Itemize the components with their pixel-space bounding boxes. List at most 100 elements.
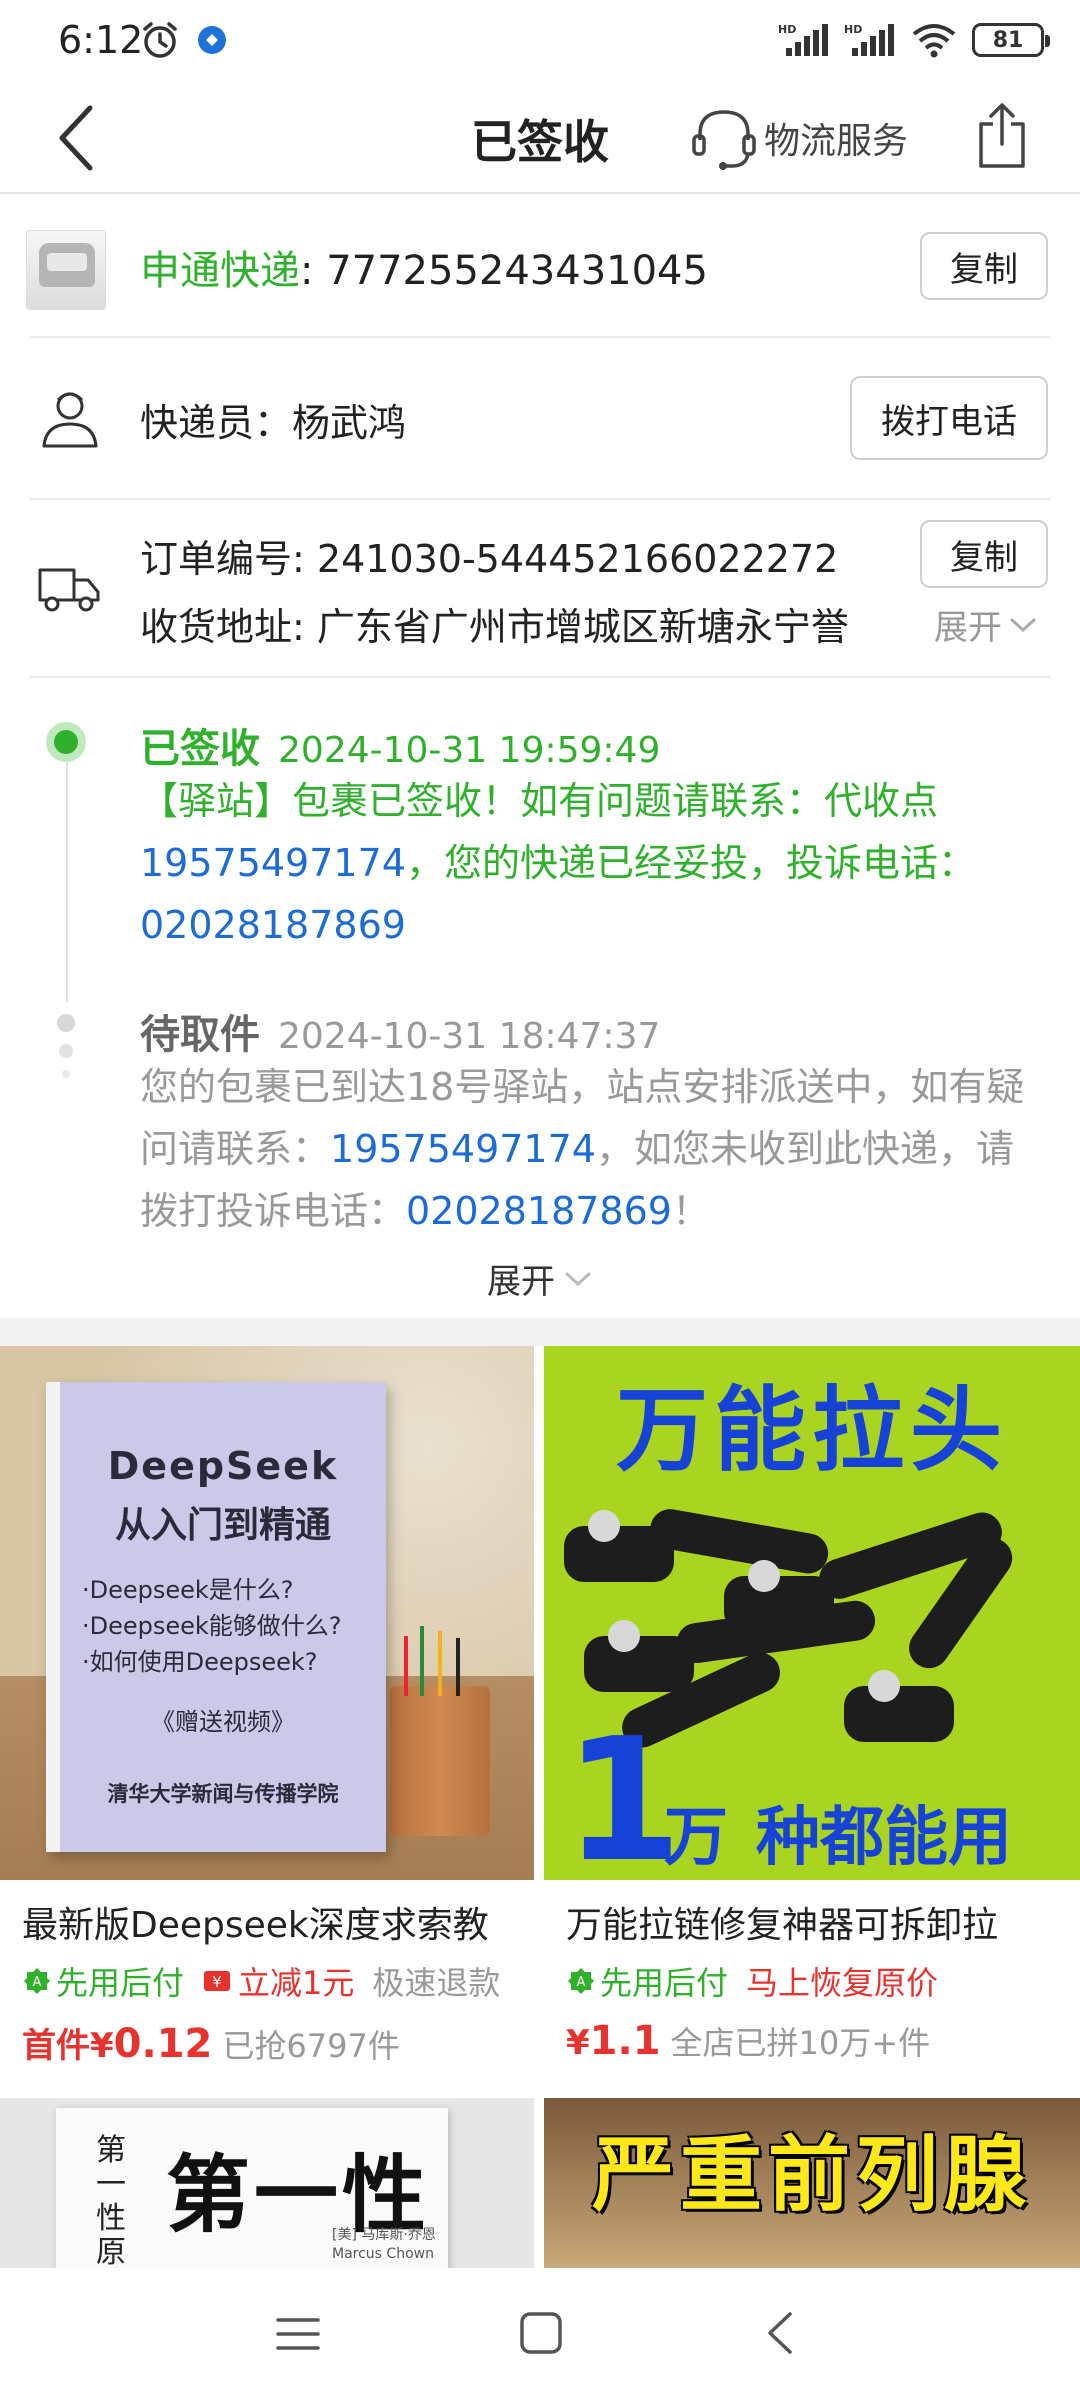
status-right: HD HD 81 [778, 20, 1050, 60]
restore-price-tag: 马上恢复原价 [746, 1964, 939, 2002]
copy-order-button[interactable]: 复制 [920, 520, 1048, 588]
book-subtitle: 从入门到精通 [114, 1505, 331, 1546]
menu-icon[interactable] [272, 2308, 324, 2360]
timeline-dot-faded [59, 1044, 73, 1058]
alarm-clock-icon [143, 22, 177, 58]
svg-text:¥: ¥ [212, 1973, 222, 1991]
price-value: 1.1 [589, 2018, 661, 2064]
image-footer: 种都能用 [756, 1801, 1012, 1875]
signal-hd-icon-2: HD [844, 23, 894, 56]
timeline-event-body: 您的包裹已到达18号驿站，站点安排派送中，如有疑问请联系：19575497174… [140, 1056, 1050, 1242]
share-icon[interactable] [975, 100, 1029, 172]
timeline-line [66, 742, 68, 1002]
product-image: 严重前列腺 [544, 2098, 1080, 2268]
copy-tracking-button[interactable]: 复制 [920, 232, 1048, 300]
product-image: 第一性原理 第一性原理 [美] 马库斯·乔恩 Marcus Chown [0, 2098, 534, 2268]
pay-later-icon: A [568, 1968, 594, 1994]
book-brand: DeepSeek [107, 1444, 339, 1488]
svg-text:A: A [577, 1975, 586, 1990]
event-phone-link[interactable]: 02028187869 [406, 1189, 672, 1233]
battery-level: 81 [992, 27, 1024, 53]
product-card[interactable]: 严重前列腺 [544, 2098, 1080, 2268]
event-text: 【驿站】包裹已签收！如有问题请联系：代收点 [140, 779, 939, 823]
book-bonus: 《赠送视频》 [151, 1708, 295, 1736]
svg-text:HD: HD [778, 23, 796, 36]
discount-tag: ¥ 立减1元 [202, 1958, 354, 2004]
pay-later-label: 先用后付 [56, 1964, 185, 2002]
divider [30, 498, 1050, 500]
book-point: ·如何使用Deepseek? [82, 1648, 318, 1676]
timeline-event-status: 待取件 2024-10-31 18:47:37 [140, 1002, 660, 1060]
address-expand-button[interactable]: 展开 [934, 600, 1038, 649]
product-price: ¥1.1 [566, 2018, 661, 2064]
signal-hd-icon: HD [778, 23, 828, 56]
order-number-label: 订单编号: [140, 537, 317, 581]
product-price-line: ¥1.1 全店已拼10万+件 [566, 2018, 930, 2064]
fast-refund-tag: 极速退款 [372, 1964, 501, 2002]
product-tags: A 先用后付 马上恢复原价 [566, 1958, 938, 2004]
timeline-event-body: 【驿站】包裹已签收！如有问题请联系：代收点 19575497174，您的快递已经妥… [140, 770, 1050, 956]
app-notification-icon [198, 26, 226, 54]
divider [30, 336, 1050, 338]
courier-person-icon [42, 392, 98, 448]
product-card[interactable]: DeepSeek 从入门到精通 ·Deepseek是什么? ·Deepseek能… [0, 1346, 534, 2086]
book-cover: 第一性原理 第一性原理 [美] 马库斯·乔恩 Marcus Chown [56, 2108, 448, 2268]
event-phone-link[interactable]: 02028187869 [140, 903, 406, 947]
book-point: ·Deepseek是什么? [82, 1576, 294, 1604]
event-time: 2024-10-31 19:59:49 [278, 730, 661, 771]
book-author-en: Marcus Chown [332, 2246, 434, 2262]
carrier-separator: : [300, 248, 327, 294]
courier-info: 快递员：杨武鸿 [140, 392, 406, 447]
timeline-dot-active [46, 722, 86, 762]
event-phone-link[interactable]: 19575497174 [140, 841, 406, 885]
image-headline: 严重前列腺 [591, 2128, 1032, 2223]
pay-later-tag: A 先用后付 [566, 1958, 728, 2004]
product-card[interactable]: 万能拉头 1 万 种都能用 万能拉链修复神器可拆卸拉 A 先用后付 马上恢复原价… [544, 1346, 1080, 2086]
status-time: 6:12 [58, 18, 144, 62]
product-thumbnail[interactable] [26, 230, 106, 310]
pay-later-icon: A [24, 1968, 50, 1994]
pencil [456, 1638, 460, 1696]
book-point: ·Deepseek能够做什么? [82, 1612, 342, 1640]
timeline-dot-faded [62, 1070, 70, 1078]
address-text: 广东省广州市增城区新塘永宁誉 [316, 605, 849, 649]
timeline-expand-button[interactable]: 展开 [0, 1254, 1080, 1303]
timeline-event-status: 已签收 2024-10-31 19:59:49 [140, 716, 660, 774]
book-cover: DeepSeek 从入门到精通 ·Deepseek是什么? ·Deepseek能… [46, 1382, 386, 1852]
battery-icon: 81 [972, 23, 1050, 57]
chevron-down-icon [1010, 618, 1036, 632]
logistics-service-label: 物流服务 [764, 121, 909, 162]
timeline-expand-label: 展开 [487, 1262, 555, 1302]
event-status-label: 待取件 [140, 1012, 260, 1058]
pencil [404, 1636, 408, 1696]
order-number: 241030-544452166022272 [316, 537, 839, 581]
product-image: 万能拉头 1 万 种都能用 [544, 1346, 1080, 1880]
price-prefix: ¥ [566, 2023, 590, 2063]
back-arrow-icon[interactable] [50, 100, 104, 176]
pencil [438, 1631, 442, 1696]
sold-count: 全店已拼10万+件 [670, 2024, 931, 2062]
pay-later-tag: A 先用后付 [22, 1958, 184, 2004]
image-headline: 万能拉头 [615, 1377, 1008, 1484]
event-status-label: 已签收 [140, 726, 260, 772]
carrier-name: 申通快递 [140, 248, 300, 294]
event-phone-link[interactable]: 19575497174 [330, 1127, 596, 1171]
status-bar: 6:12 HD HD 81 [0, 0, 1080, 80]
product-title: 最新版Deepseek深度求索教 [22, 1905, 489, 1946]
delivery-truck-icon [38, 568, 100, 612]
pencil-holder [390, 1686, 490, 1836]
event-text: ，您的快递已经妥投，投诉电话： [405, 841, 976, 885]
nav-back-icon[interactable] [760, 2306, 800, 2360]
logistics-service-button[interactable]: 物流服务 [690, 102, 908, 174]
coupon-icon: ¥ [204, 1971, 231, 1991]
discount-label: 立减1元 [238, 1964, 355, 2002]
call-courier-button[interactable]: 拨打电话 [850, 376, 1048, 460]
page-title: 已签收 [471, 115, 609, 169]
product-card[interactable]: 第一性原理 第一性原理 [美] 马库斯·乔恩 Marcus Chown [0, 2098, 534, 2268]
divider [30, 676, 1050, 678]
product-image: DeepSeek 从入门到精通 ·Deepseek是什么? ·Deepseek能… [0, 1346, 534, 1880]
home-icon[interactable] [514, 2306, 568, 2360]
app-header: 已签收 物流服务 [0, 82, 1080, 194]
sold-count: 已抢6797件 [222, 2027, 400, 2065]
headset-icon [692, 110, 756, 170]
